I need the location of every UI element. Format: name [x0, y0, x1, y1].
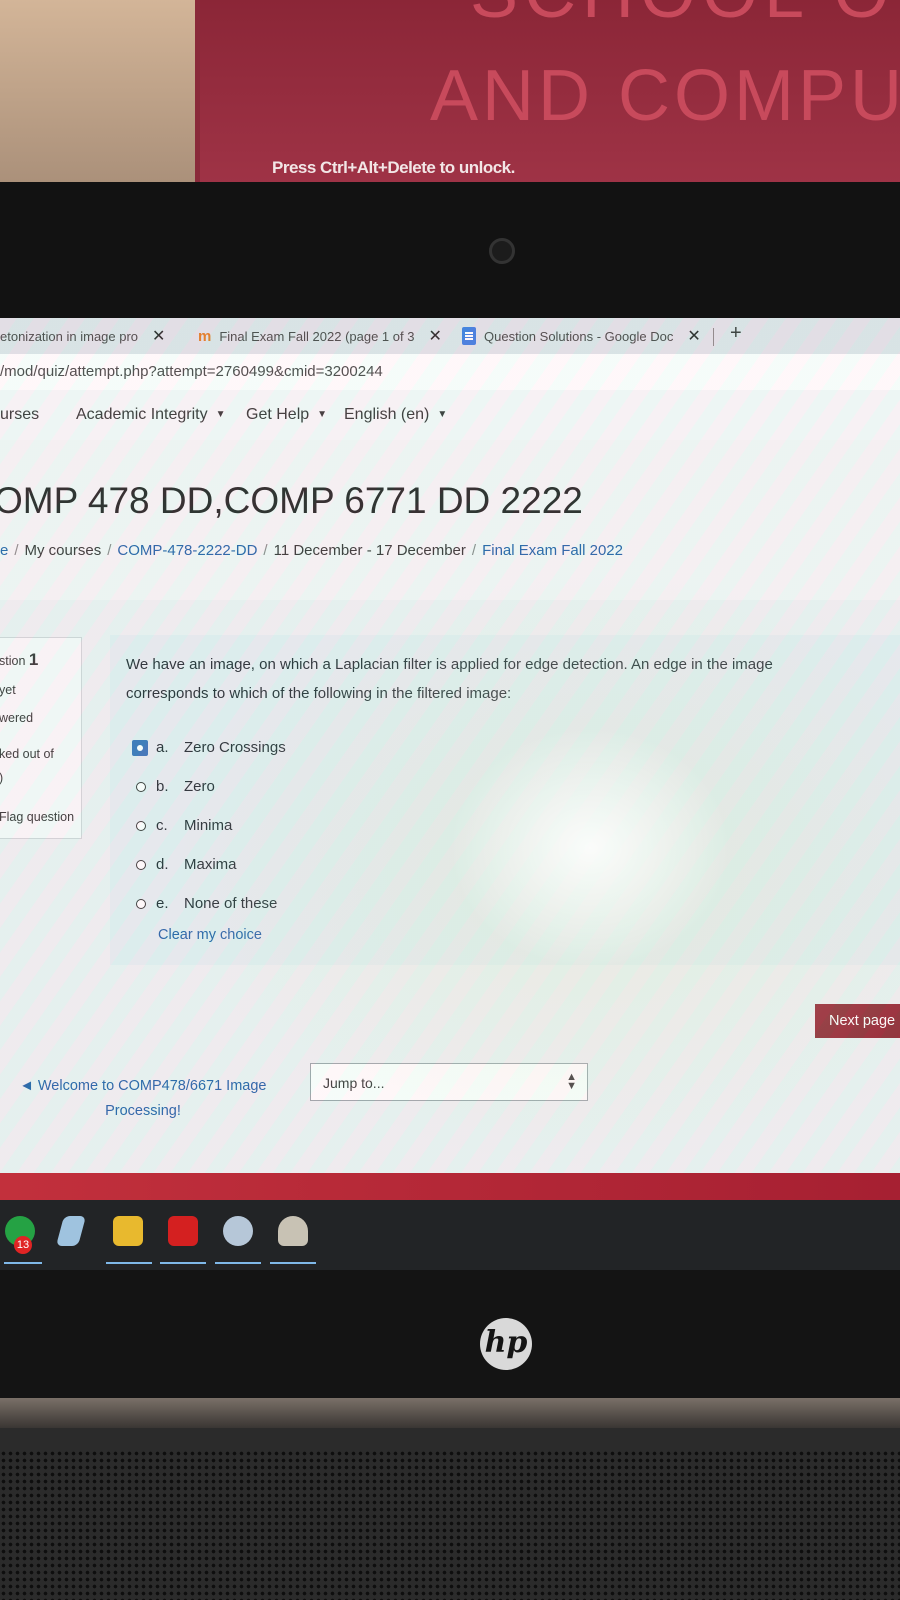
- option-c[interactable]: c. Minima: [136, 817, 232, 834]
- status-line-1: yet: [0, 683, 16, 697]
- option-text: None of these: [184, 895, 278, 912]
- radio-button[interactable]: [136, 781, 146, 792]
- close-icon[interactable]: ✕: [687, 326, 700, 346]
- breadcrumb-my-courses[interactable]: My courses: [25, 542, 102, 559]
- marks-line-1: ked out of: [0, 747, 54, 761]
- status-line-2: wered: [0, 711, 34, 725]
- close-icon[interactable]: ✕: [152, 326, 165, 346]
- option-letter: b.: [156, 778, 169, 795]
- jump-to-select[interactable]: Jump to... ▲ ▼: [310, 1063, 588, 1101]
- active-indicator: [4, 1262, 42, 1264]
- tab-question-solutions[interactable]: Question Solutions - Google Doc ✕: [462, 322, 712, 350]
- breadcrumb-course[interactable]: COMP-478-2222-DD: [117, 542, 257, 559]
- option-text: Minima: [184, 817, 233, 834]
- active-indicator: [215, 1262, 261, 1264]
- main-content: stion 1 yet wered ked out of ) Flag ques…: [0, 600, 900, 1173]
- laptop-bezel-top: [0, 182, 900, 322]
- option-d[interactable]: d. Maxima: [136, 856, 237, 873]
- notes-icon[interactable]: [55, 1216, 87, 1246]
- laptop-bezel-bottom: [0, 1270, 900, 1400]
- course-title: OMP 478 DD,COMP 6771 DD 2222: [0, 480, 583, 521]
- clear-choice-link[interactable]: Clear my choice: [158, 927, 262, 943]
- caret-down-icon: ▼: [317, 409, 328, 420]
- breadcrumb-quiz[interactable]: Final Exam Fall 2022: [482, 542, 623, 559]
- file-explorer-icon[interactable]: [113, 1216, 143, 1246]
- moodle-icon: m: [198, 327, 212, 345]
- option-text: Maxima: [184, 856, 237, 873]
- notification-badge: 13: [14, 1236, 32, 1254]
- flag-question-link[interactable]: Flag question: [0, 810, 74, 824]
- marks-line-2: ): [0, 771, 3, 785]
- browser-tab-bar: etonization in image pro ✕ m Final Exam …: [0, 318, 900, 354]
- question-number: stion 1: [0, 650, 38, 670]
- app-icon[interactable]: [278, 1216, 308, 1246]
- question-number-label: stion: [0, 654, 26, 668]
- tab-final-exam[interactable]: m Final Exam Fall 2022 (page 1 of 3 ✕: [198, 322, 443, 350]
- unlock-hint: Press Ctrl+Alt+Delete to unlock.: [272, 158, 515, 177]
- select-arrows-icon: ▲ ▼: [566, 1071, 577, 1092]
- radio-button[interactable]: [136, 820, 146, 831]
- nav-language[interactable]: English (en) ▼: [344, 406, 447, 424]
- option-letter: e.: [156, 895, 169, 912]
- radio-button[interactable]: [136, 898, 146, 909]
- next-page-button[interactable]: Next page: [815, 1004, 900, 1038]
- google-docs-icon: [462, 327, 476, 345]
- speaker-grille: [0, 1450, 900, 1600]
- nav-label: English (en): [344, 406, 430, 423]
- page-header: OMP 478 DD,COMP 6771 DD 2222 e / My course…: [0, 440, 900, 600]
- option-a[interactable]: a. Zero Crossings: [132, 739, 286, 756]
- active-indicator: [106, 1262, 152, 1264]
- option-letter: a.: [156, 739, 169, 756]
- acrobat-icon[interactable]: [168, 1216, 198, 1246]
- question-number-value: 1: [28, 650, 39, 669]
- option-text: Zero: [184, 778, 215, 795]
- nav-label: Get Help: [246, 406, 310, 423]
- url-text[interactable]: /mod/quiz/attempt.php?attempt=2760499&cm…: [0, 363, 383, 380]
- nav-academic-integrity[interactable]: Academic Integrity ▼: [76, 406, 226, 424]
- radio-selected[interactable]: [132, 739, 148, 756]
- tab-label: Question Solutions - Google Doc: [484, 328, 674, 344]
- question-text: We have an image, on which a Laplacian f…: [126, 656, 773, 702]
- breadcrumb: e / My courses / COMP-478-2222-DD/11 Decembe…: [0, 542, 623, 559]
- option-letter: c.: [156, 817, 168, 834]
- option-b[interactable]: b. Zero: [136, 778, 215, 795]
- webcam: [489, 238, 515, 264]
- close-icon[interactable]: ✕: [428, 326, 441, 346]
- active-indicator: [160, 1262, 206, 1264]
- caret-down-icon: ▼: [437, 409, 448, 420]
- snipping-tool-icon[interactable]: [223, 1216, 253, 1246]
- lock-screen-title: AND COMPU: [430, 56, 900, 136]
- previous-activity-link[interactable]: ◄ Welcome to COMP478/6671 Image Processi…: [8, 1074, 278, 1124]
- breadcrumb-home[interactable]: e: [0, 542, 8, 559]
- breadcrumb-week[interactable]: 11 December - 17 December: [274, 542, 466, 559]
- laptop-screen: etonization in image pro ✕ m Final Exam …: [0, 318, 900, 1173]
- nav-label: Academic Integrity: [76, 406, 208, 423]
- caret-down-icon: ▼: [215, 409, 226, 420]
- option-letter: d.: [156, 856, 169, 873]
- taskbar: 13: [0, 1200, 900, 1270]
- new-tab-button[interactable]: +: [730, 322, 742, 345]
- tab-label: etonization in image pro: [0, 328, 139, 344]
- laptop-hinge: [0, 1398, 900, 1428]
- tab-tokenization[interactable]: etonization in image pro ✕: [0, 322, 175, 350]
- question-box: We have an image, on which a Laplacian f…: [110, 635, 900, 965]
- site-navbar: urses Academic Integrity ▼ Get Help ▼ Engl…: [0, 390, 900, 441]
- nav-get-help[interactable]: Get Help ▼: [246, 406, 327, 424]
- radio-button[interactable]: [136, 859, 146, 870]
- active-indicator: [270, 1262, 316, 1264]
- option-e[interactable]: e. None of these: [136, 895, 277, 912]
- lock-screen-title-top: SCHOOL OF: [470, 0, 900, 34]
- address-bar[interactable]: /mod/quiz/attempt.php?attempt=2760499&cm…: [0, 354, 900, 390]
- tab-label: Final Exam Fall 2022 (page 1 of 3: [219, 328, 415, 344]
- background-wall: [0, 0, 195, 195]
- question-info-box: stion 1 yet wered ked out of ) Flag ques…: [0, 637, 82, 839]
- jump-to-placeholder: Jump to...: [323, 1075, 385, 1091]
- nav-courses[interactable]: urses: [0, 406, 39, 424]
- wallpaper-strip: [0, 1173, 900, 1200]
- option-text: Zero Crossings: [184, 739, 286, 756]
- hp-logo: hp: [480, 1318, 532, 1370]
- tab-divider: [713, 328, 714, 346]
